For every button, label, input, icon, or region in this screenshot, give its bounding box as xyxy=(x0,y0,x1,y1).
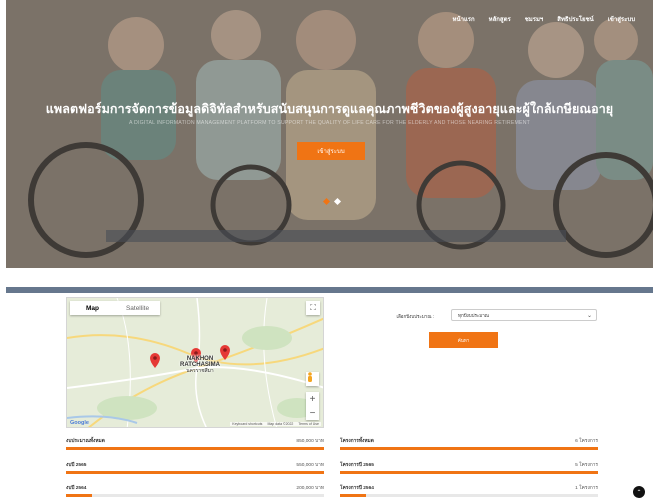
stat-progress xyxy=(66,494,324,497)
google-logo: Google xyxy=(70,420,89,426)
zoom-control: + − xyxy=(306,392,319,420)
nav-item-courses[interactable]: หลักสูตร xyxy=(489,14,511,24)
stat-value: 550,000 บาท xyxy=(296,463,324,468)
stat-label: งบปี 2564 xyxy=(66,486,87,491)
map-tab-satellite[interactable]: Satellite xyxy=(115,301,160,315)
stat-label: งบปี 2565 xyxy=(66,463,87,468)
pegman-icon[interactable] xyxy=(306,372,319,386)
stat-progress-fill xyxy=(66,447,324,450)
stat-value: 1 โครงการ xyxy=(575,486,598,491)
nav-item-home[interactable]: หน้าแรก xyxy=(453,14,475,24)
stat-progress-fill xyxy=(340,471,598,474)
stat-value: 850,000 บาท xyxy=(296,439,324,444)
nav-item-login[interactable]: เข้าสู่ระบบ xyxy=(608,14,635,24)
stat-progress xyxy=(66,447,324,450)
zoom-out-button[interactable]: − xyxy=(306,406,319,420)
carousel-dot-2[interactable] xyxy=(333,197,342,206)
carousel-dot-1[interactable] xyxy=(322,197,331,206)
hero-title: แพลตฟอร์มการจัดการข้อมูลดิจิทัลสำหรับสนั… xyxy=(45,102,614,116)
map-footer: Google Keyboard shortcuts Map data ©2022… xyxy=(67,420,323,427)
map-city-label: NAKHON RATCHASIMA นครราชสีมา xyxy=(180,356,220,374)
stat-budget-2564: งบปี 2564 200,000 บาท xyxy=(66,484,324,500)
chevron-down-icon: ⌄ xyxy=(586,313,592,319)
map-terms-link[interactable]: Terms of Use xyxy=(298,422,319,426)
stat-progress xyxy=(340,471,598,474)
zoom-in-button[interactable]: + xyxy=(306,392,319,406)
stat-progress xyxy=(340,494,598,497)
map-tab-map[interactable]: Map xyxy=(70,301,115,315)
stat-projects-total: โครงการทั้งหมด 6 โครงการ xyxy=(340,437,598,457)
stat-budget-total: งบประมาณทั้งหมด 850,000 บาท xyxy=(66,437,324,457)
top-nav: หน้าแรก หลักสูตร ชมรมฯ สิทธิประโยชน์ เข้… xyxy=(453,14,635,24)
fiscal-year-label: เลือกปีงบประมาณ : xyxy=(396,314,435,319)
map-data-credit: Map data ©2022 xyxy=(267,422,294,426)
stat-progress-fill xyxy=(340,494,366,497)
hero-overlay xyxy=(6,0,653,268)
stat-progress-fill xyxy=(340,447,598,450)
stat-progress-fill xyxy=(66,471,324,474)
stat-label: โครงการทั้งหมด xyxy=(340,439,374,444)
hero-banner: หน้าแรก หลักสูตร ชมรมฯ สิทธิประโยชน์ เข้… xyxy=(6,0,653,268)
chevron-up-icon[interactable]: ⌃ xyxy=(633,486,645,498)
stat-budget-2565: งบปี 2565 550,000 บาท xyxy=(66,461,324,481)
stat-label: งบประมาณทั้งหมด xyxy=(66,439,105,444)
section-divider xyxy=(6,287,653,293)
fiscal-year-select[interactable]: ทุกปีงบประมาณ ⌄ xyxy=(451,309,597,321)
stat-label: โครงการปี 2564 xyxy=(340,486,374,491)
fiscal-year-selected: ทุกปีงบประมาณ xyxy=(458,312,489,318)
stat-label: โครงการปี 2565 xyxy=(340,463,374,468)
carousel-indicators xyxy=(322,197,342,206)
stat-value: 5 โครงการ xyxy=(575,463,598,468)
map-keyboard-shortcuts[interactable]: Keyboard shortcuts xyxy=(232,422,262,426)
stat-value: 200,000 บาท xyxy=(296,486,324,491)
stat-progress xyxy=(340,447,598,450)
stat-projects-2565: โครงการปี 2565 5 โครงการ xyxy=(340,461,598,481)
page: หน้าแรก หลักสูตร ชมรมฯ สิทธิประโยชน์ เข้… xyxy=(0,0,659,500)
stat-progress xyxy=(66,471,324,474)
stat-progress-fill xyxy=(66,494,92,497)
nav-item-clubs[interactable]: ชมรมฯ xyxy=(525,14,544,24)
stat-projects-2564: โครงการปี 2564 1 โครงการ xyxy=(340,484,598,500)
map-type-control: Map Satellite xyxy=(70,301,160,315)
hero-login-button[interactable]: เข้าสู่ระบบ xyxy=(297,142,365,160)
fullscreen-icon[interactable]: ⛶ xyxy=(306,301,320,315)
nav-item-benefits[interactable]: สิทธิประโยชน์ xyxy=(557,14,593,24)
hero-subtitle: A DIGITAL INFORMATION MANAGEMENT PLATFOR… xyxy=(128,120,531,126)
stat-value: 6 โครงการ xyxy=(575,439,598,444)
search-button[interactable]: ค้นหา xyxy=(429,332,498,348)
google-map[interactable]: NAKHON RATCHASIMA นครราชสีมา Map Satelli… xyxy=(66,297,324,428)
